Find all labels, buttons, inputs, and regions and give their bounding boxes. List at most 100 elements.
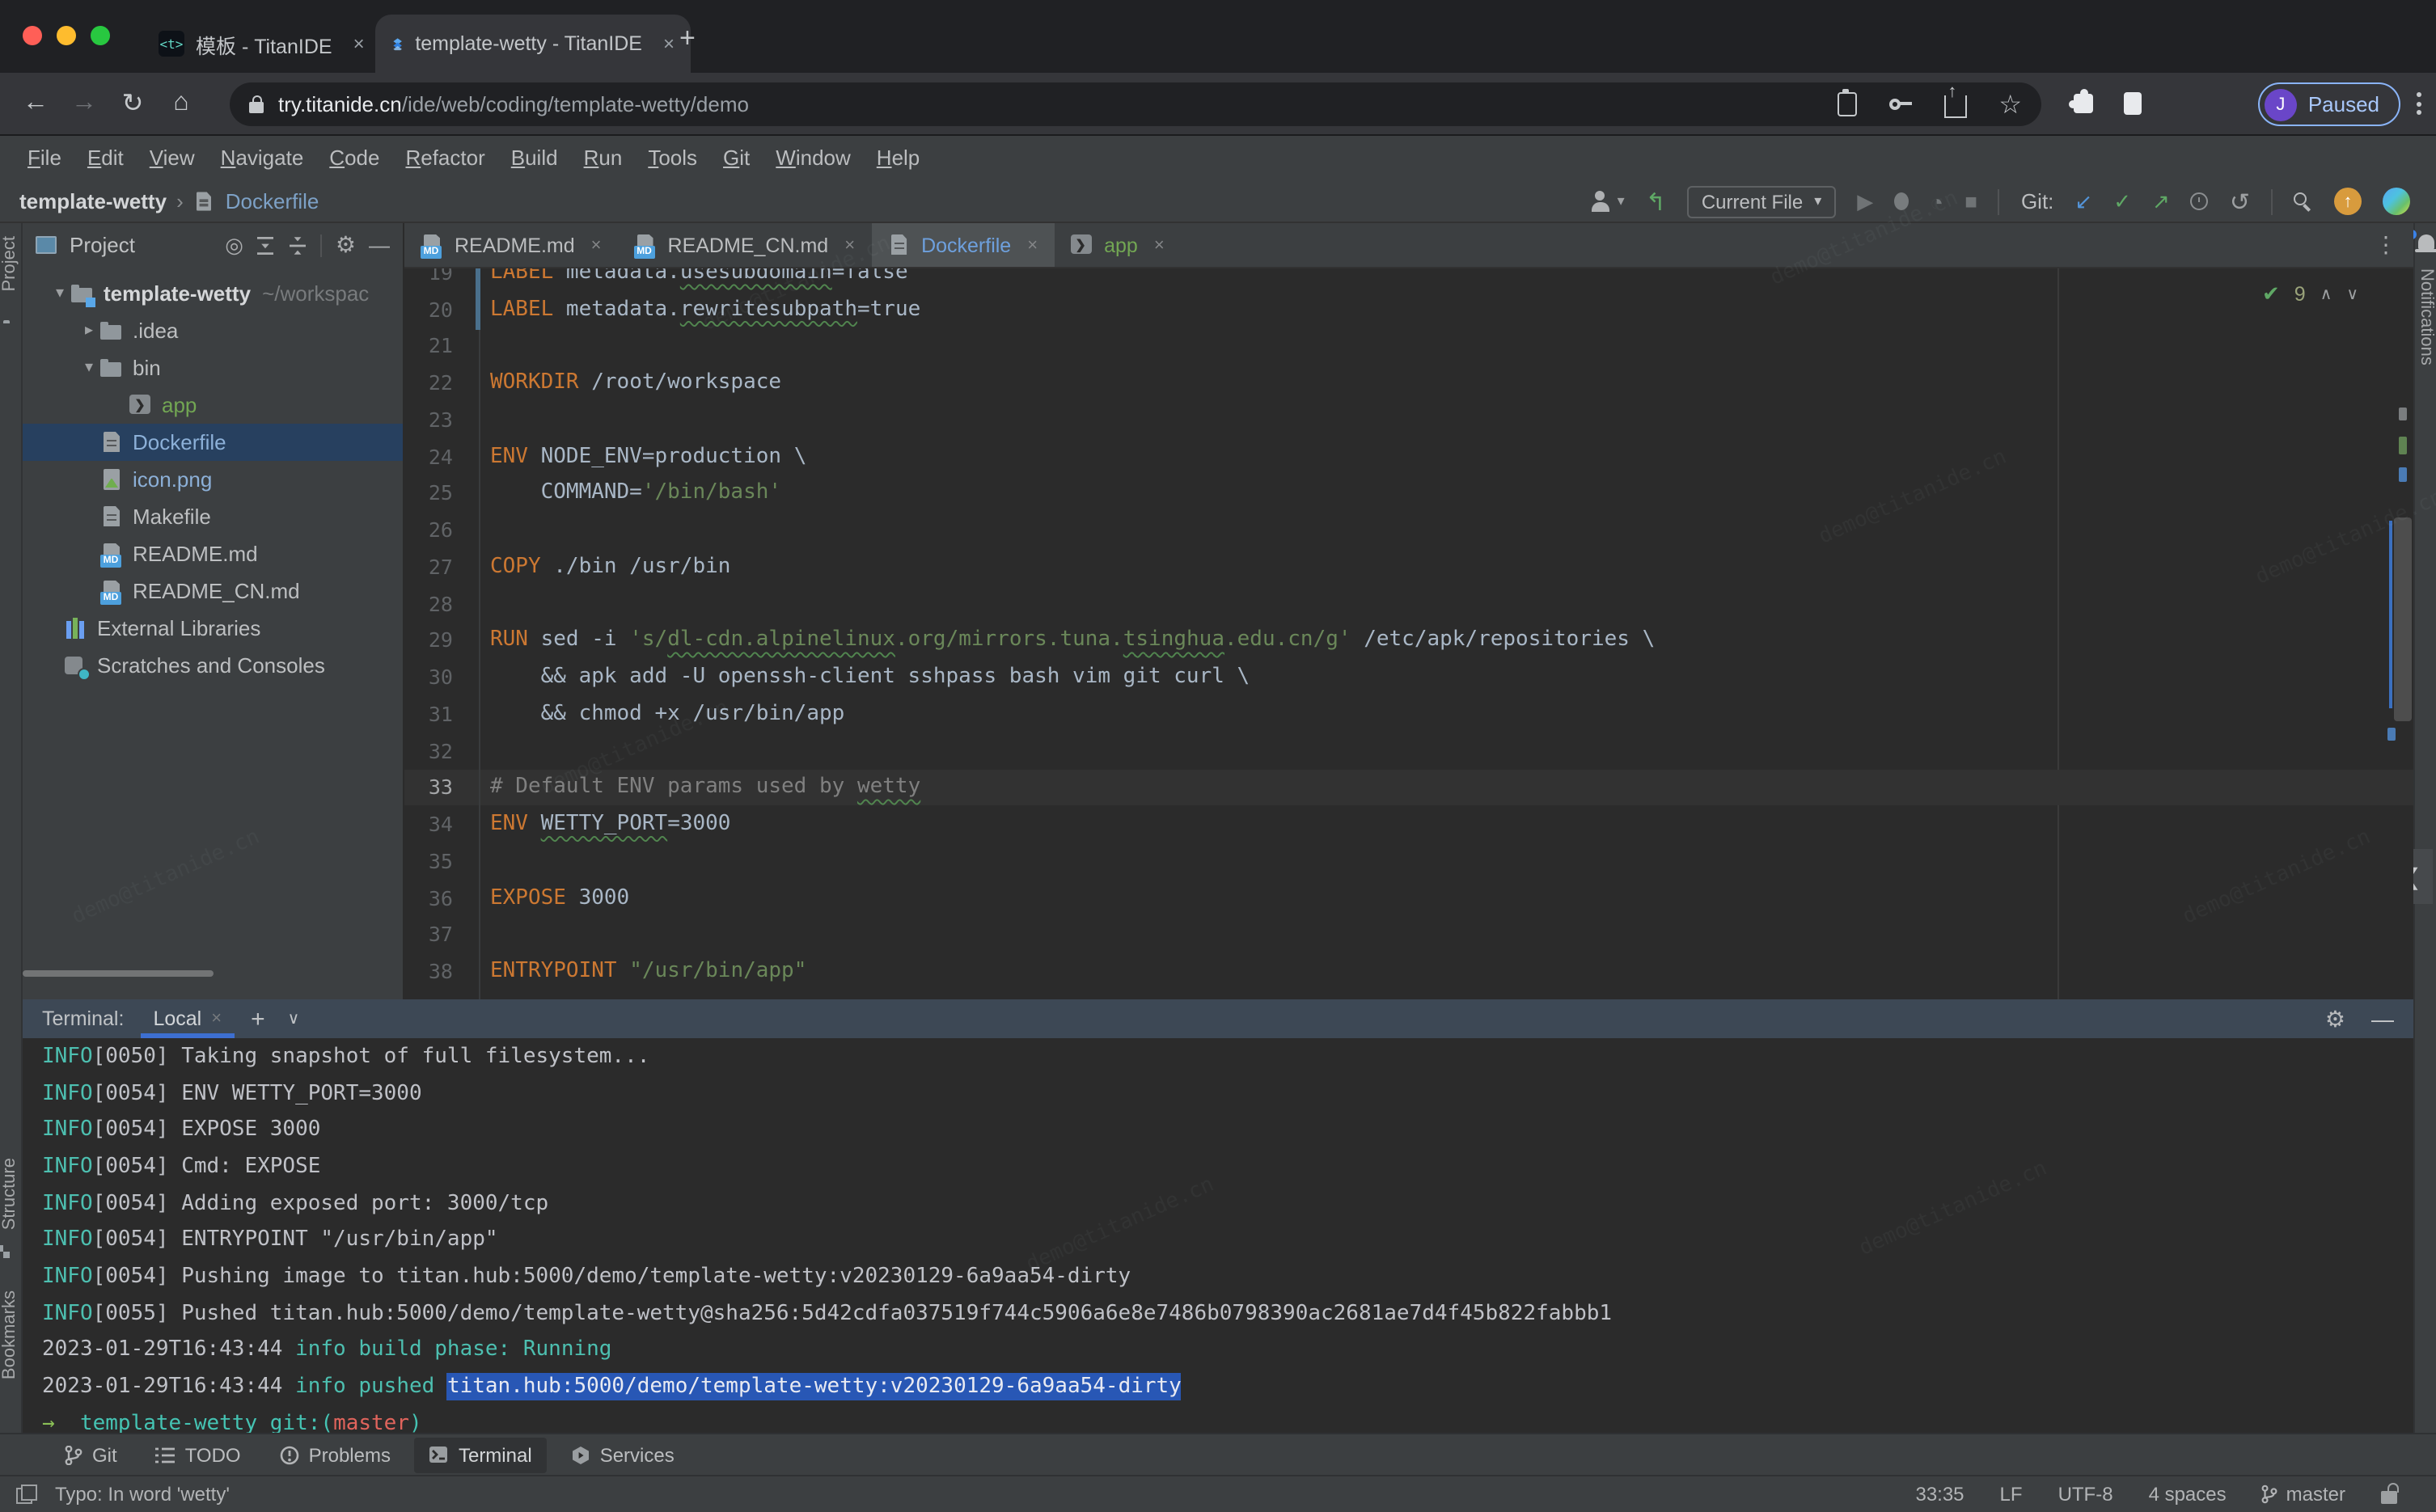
editor-tab-readme[interactable]: README.md × bbox=[404, 223, 618, 267]
menu-item[interactable]: Help bbox=[865, 141, 932, 175]
tree-row[interactable]: README.md bbox=[23, 535, 403, 572]
tab-close-icon[interactable]: × bbox=[1154, 235, 1165, 255]
extensions-puzzle-icon[interactable] bbox=[2064, 84, 2103, 123]
menu-item[interactable]: View bbox=[138, 141, 206, 175]
stripe-mark-gray[interactable] bbox=[2399, 408, 2407, 420]
menu-item[interactable]: Edit bbox=[76, 141, 135, 175]
stop-icon[interactable]: ■ bbox=[1964, 189, 1977, 213]
locate-file-icon[interactable]: ◎ bbox=[225, 232, 243, 258]
user-dropdown-icon[interactable]: ▾ bbox=[1618, 192, 1625, 210]
status-message[interactable]: Typo: In word 'wetty' bbox=[55, 1483, 230, 1506]
build-arrow-icon[interactable]: ↰ bbox=[1646, 187, 1666, 216]
menu-item[interactable]: Run bbox=[573, 141, 634, 175]
tree-row[interactable]: README_CN.md bbox=[23, 572, 403, 610]
toolwindow-todo[interactable]: TODO bbox=[142, 1437, 256, 1472]
tree-row[interactable]: Makefile bbox=[23, 498, 403, 535]
unlock-icon[interactable] bbox=[2381, 1491, 2397, 1504]
terminal-tab-close-icon[interactable]: × bbox=[211, 1009, 222, 1028]
menu-item[interactable]: File bbox=[16, 141, 73, 175]
git-history-icon[interactable] bbox=[2191, 192, 2209, 210]
tree-row[interactable]: External Libraries bbox=[23, 610, 403, 647]
stripe-mark-green[interactable] bbox=[2399, 437, 2407, 454]
terminal-settings-gear-icon[interactable]: ⚙ bbox=[2325, 1005, 2345, 1033]
inspections-widget[interactable]: ✔ 9 ∧ ∨ bbox=[2262, 281, 2358, 307]
upgrade-icon[interactable]: ↑ bbox=[2334, 188, 2362, 215]
ide-settings-ball-icon[interactable] bbox=[2383, 188, 2410, 215]
back-icon[interactable]: ← bbox=[16, 84, 55, 123]
tree-row[interactable]: Dockerfile bbox=[23, 424, 403, 461]
tree-row[interactable]: ▾ template-wetty ~/workspac bbox=[23, 275, 403, 312]
next-problem-icon[interactable]: ∨ bbox=[2346, 285, 2358, 303]
expand-all-icon[interactable] bbox=[256, 235, 276, 255]
git-commit-icon[interactable]: ✓ bbox=[2113, 188, 2131, 214]
project-folder-icon[interactable] bbox=[3, 323, 19, 340]
new-terminal-icon[interactable]: + bbox=[251, 1005, 265, 1033]
menu-item[interactable]: Tools bbox=[636, 141, 708, 175]
new-tab-button[interactable]: + bbox=[679, 23, 696, 55]
run-config-select[interactable]: Current File ▾ bbox=[1687, 185, 1836, 218]
browser-tab-inactive[interactable]: <t> 模板 - TitanIDE × bbox=[142, 15, 385, 73]
stripe-structure-label[interactable]: Structure bbox=[0, 1158, 19, 1230]
menu-item[interactable]: Navigate bbox=[209, 141, 315, 175]
tab-close-icon[interactable]: × bbox=[1027, 235, 1038, 255]
password-key-icon[interactable] bbox=[1888, 93, 1911, 116]
menu-item[interactable]: Code bbox=[318, 141, 391, 175]
tab-close-icon[interactable]: × bbox=[353, 32, 365, 55]
structure-icon[interactable] bbox=[3, 1252, 19, 1268]
tab-list-more-icon[interactable]: ⋮ bbox=[2375, 223, 2413, 267]
toolwindow-git[interactable]: Git bbox=[49, 1437, 132, 1472]
terminal-dropdown-icon[interactable]: ∨ bbox=[288, 1010, 300, 1028]
menu-item[interactable]: Git bbox=[712, 141, 761, 175]
clipboard-icon[interactable] bbox=[1837, 92, 1856, 116]
menu-item[interactable]: Build bbox=[500, 141, 569, 175]
home-icon[interactable]: ⌂ bbox=[162, 84, 201, 123]
hide-panel-icon[interactable]: — bbox=[369, 233, 390, 257]
tab-close-icon[interactable]: × bbox=[663, 32, 675, 55]
share-icon[interactable] bbox=[1943, 95, 1966, 118]
restore-windows-icon[interactable] bbox=[16, 1485, 36, 1504]
terminal-tab-local[interactable]: Local × bbox=[146, 999, 228, 1038]
tab-close-icon[interactable]: × bbox=[591, 235, 602, 255]
tree-arrow-icon[interactable]: ▾ bbox=[78, 359, 100, 377]
editor-tab-readme-cn[interactable]: README_CN.md × bbox=[618, 223, 872, 267]
breadcrumb-file[interactable]: Dockerfile bbox=[226, 189, 319, 213]
tree-row[interactable]: ▸ .idea bbox=[23, 312, 403, 349]
menu-item[interactable]: Window bbox=[764, 141, 862, 175]
undo-icon[interactable]: ↺ bbox=[2230, 187, 2250, 216]
toolwindow-terminal[interactable]: Terminal bbox=[415, 1437, 547, 1472]
indent-style[interactable]: 4 spaces bbox=[2149, 1483, 2227, 1506]
profiler-icon[interactable]: ◔ bbox=[1930, 188, 1943, 214]
window-minimize-button[interactable] bbox=[57, 26, 76, 45]
bookmarks-icon[interactable] bbox=[3, 1397, 19, 1413]
editor-scrollbar-thumb[interactable] bbox=[2394, 517, 2412, 721]
code-area[interactable]: 19LABEL metadata.usesubdomain=false 20LA… bbox=[404, 268, 2413, 999]
gear-icon[interactable]: ⚙ bbox=[336, 231, 356, 259]
profile-paused-button[interactable]: J Paused bbox=[2258, 82, 2400, 126]
prev-problem-icon[interactable]: ∧ bbox=[2320, 285, 2332, 303]
window-close-button[interactable] bbox=[23, 26, 42, 45]
stripe-mark-blue[interactable] bbox=[2399, 467, 2407, 482]
url-bar[interactable]: try.titanide.cn/ide/web/coding/template-… bbox=[230, 82, 2041, 126]
collapse-all-icon[interactable] bbox=[289, 235, 308, 255]
breadcrumb-project[interactable]: template-wetty bbox=[19, 189, 167, 213]
forward-icon[interactable]: → bbox=[65, 84, 104, 123]
project-hscrollbar[interactable] bbox=[23, 970, 214, 977]
browser-tab-active[interactable]: template-wetty - TitanIDE × bbox=[375, 15, 691, 73]
run-icon[interactable]: ▶ bbox=[1857, 188, 1873, 214]
git-push-icon[interactable]: ↗ bbox=[2152, 188, 2170, 214]
editor-tab-dockerfile[interactable]: Dockerfile × bbox=[871, 223, 1054, 267]
line-separator[interactable]: LF bbox=[2000, 1483, 2023, 1506]
caret-position[interactable]: 33:35 bbox=[1915, 1483, 1964, 1506]
file-encoding[interactable]: UTF-8 bbox=[2058, 1483, 2113, 1506]
lock-icon[interactable] bbox=[249, 102, 264, 113]
terminal-output[interactable]: INFO[0050] Taking snapshot of full files… bbox=[23, 1038, 2413, 1433]
stripe-bookmarks-label[interactable]: Bookmarks bbox=[0, 1290, 19, 1379]
stripe-project-label[interactable]: Project bbox=[0, 236, 19, 292]
git-branch-widget[interactable]: master bbox=[2262, 1483, 2345, 1506]
bookmark-star-icon[interactable]: ☆ bbox=[1998, 88, 2022, 120]
reload-icon[interactable]: ↻ bbox=[113, 84, 152, 123]
tab-close-icon[interactable]: × bbox=[844, 235, 855, 255]
stripe-mark-blue2[interactable] bbox=[2387, 728, 2396, 741]
tree-arrow-icon[interactable]: ▾ bbox=[49, 285, 71, 302]
user-icon[interactable] bbox=[1590, 191, 1611, 212]
